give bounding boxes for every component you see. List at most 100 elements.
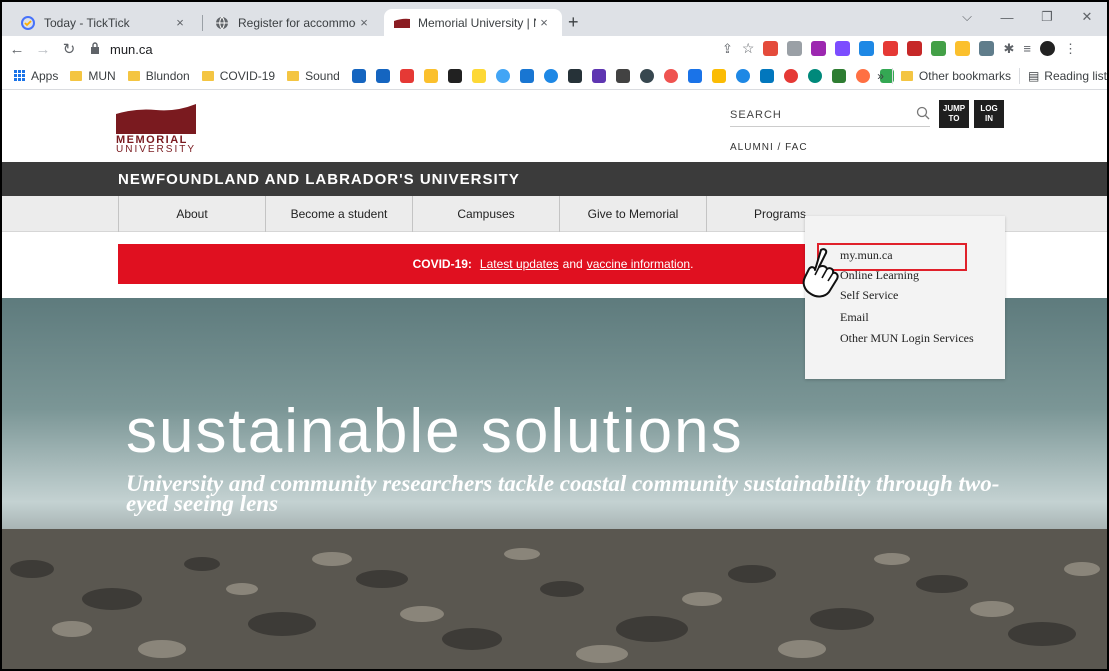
extension-icon[interactable] — [787, 41, 803, 56]
bookmark-sound[interactable]: Sound — [287, 69, 340, 83]
tab-strip: Today - TickTick × Register for accommod… — [2, 2, 1107, 36]
reload-button[interactable]: ↻ — [58, 40, 80, 58]
reading-list-icon[interactable]: ≡ — [1023, 41, 1031, 56]
latest-updates-link[interactable]: Latest updates — [480, 257, 559, 271]
divider — [891, 68, 893, 84]
extension-icon[interactable] — [931, 41, 947, 56]
close-icon[interactable]: × — [172, 15, 188, 30]
button-label: IN — [985, 114, 993, 123]
tab-ticktick[interactable]: Today - TickTick × — [10, 9, 198, 36]
extension-icon[interactable] — [979, 41, 995, 56]
menu-item-self-service[interactable]: Self Service — [840, 288, 898, 303]
close-icon[interactable]: × — [536, 15, 552, 30]
extension-icon[interactable] — [811, 41, 827, 56]
other-bookmarks[interactable]: Other bookmarks — [900, 69, 1011, 83]
bookmark-icon[interactable] — [735, 68, 750, 83]
menu-item-online-learning[interactable]: Online Learning — [840, 268, 919, 283]
bookmark-covid[interactable]: COVID-19 — [201, 68, 276, 83]
memorial-logo[interactable]: MEMORIAL UNIVERSITY — [116, 104, 196, 155]
nav-become-a-student[interactable]: Become a student — [265, 196, 412, 232]
window-controls: ⌵ — ❐ ✕ — [947, 2, 1107, 32]
covid-text: and — [562, 257, 583, 271]
bookmark-icon[interactable] — [639, 68, 654, 83]
bookmark-icon[interactable] — [615, 68, 630, 83]
bookmark-icon[interactable] — [375, 68, 390, 83]
nav-about[interactable]: About — [118, 196, 265, 232]
apps-grid-icon — [14, 69, 26, 82]
menu-item-other-login[interactable]: Other MUN Login Services — [840, 331, 974, 346]
bookmark-label: Sound — [305, 68, 340, 83]
close-window-button[interactable]: ✕ — [1067, 9, 1107, 25]
address-bar[interactable]: mun.ca — [90, 39, 710, 59]
bookmark-label: Reading list — [1044, 69, 1107, 83]
extension-icon[interactable] — [955, 41, 971, 56]
tab-search-button[interactable]: ⌵ — [947, 9, 987, 25]
bookmark-icon[interactable] — [567, 68, 582, 83]
tab-memorial[interactable]: Memorial University | Newfoundl × — [384, 9, 562, 36]
share-icon[interactable]: ⇪ — [722, 41, 733, 57]
log-in-button[interactable]: LOG IN — [974, 100, 1004, 128]
bookmark-apps[interactable]: Apps — [14, 69, 58, 83]
button-label: JUMP — [942, 104, 966, 113]
divider — [1018, 68, 1020, 84]
extension-icon[interactable] — [883, 41, 899, 56]
puzzle-icon[interactable]: ✱ — [1003, 41, 1014, 57]
menu-icon[interactable]: ⋮ — [1064, 41, 1077, 57]
bookmark-label: COVID-19 — [219, 68, 276, 83]
bookmark-icon[interactable] — [687, 68, 702, 83]
bookmark-icon[interactable] — [783, 68, 798, 83]
bookmark-icon[interactable] — [831, 68, 846, 83]
bookmark-icon[interactable] — [399, 68, 414, 83]
bookmark-icon[interactable] — [519, 68, 534, 83]
bookmark-icon[interactable] — [807, 68, 822, 83]
alumni-link[interactable]: ALUMNI / FAC — [730, 142, 808, 153]
bookmark-icon[interactable] — [711, 68, 726, 83]
bookmark-icon[interactable] — [447, 68, 462, 83]
bookmarks-bar: Apps MUN Blundon COVID-19 Sound » Other … — [2, 62, 1107, 90]
browser-toolbar: ← → ↻ mun.ca ⇪ ☆ ✱ ≡ ⋮ — [2, 36, 1107, 62]
new-tab-button[interactable]: + — [568, 12, 579, 33]
star-icon[interactable]: ☆ — [742, 40, 755, 57]
bookmark-icon[interactable] — [663, 68, 678, 83]
tab-title: Today - TickTick — [44, 15, 130, 30]
restore-button[interactable]: ❐ — [1027, 9, 1067, 25]
bookmark-blundon[interactable]: Blundon — [127, 69, 190, 83]
extension-icon[interactable] — [835, 41, 851, 56]
vaccine-information-link[interactable]: vaccine information — [587, 257, 690, 271]
search-input[interactable]: SEARCH — [730, 109, 916, 121]
bookmark-icon[interactable] — [495, 68, 510, 83]
reading-list-button[interactable]: ▤ Reading list — [1028, 69, 1107, 83]
bookmarks-overflow-button[interactable]: » — [877, 69, 884, 83]
jump-to-button[interactable]: JUMP TO — [939, 100, 969, 128]
extension-icon[interactable] — [763, 41, 779, 56]
bookmark-label: Apps — [31, 68, 59, 83]
avatar[interactable] — [1039, 41, 1055, 56]
button-label: TO — [948, 114, 960, 123]
extension-icon[interactable] — [907, 41, 923, 56]
bookmark-icons — [351, 68, 894, 83]
back-button[interactable]: ← — [6, 41, 28, 58]
tab-title: Register for accommodations — [238, 15, 356, 30]
tab-register[interactable]: Register for accommodations × — [204, 9, 382, 36]
bookmark-icon[interactable] — [351, 68, 366, 83]
bookmark-icon[interactable] — [543, 68, 558, 83]
bookmark-icon[interactable] — [423, 68, 438, 83]
folder-icon — [287, 70, 300, 81]
menu-item-my-mun[interactable]: my.mun.ca — [840, 248, 893, 263]
site-search[interactable]: SEARCH — [730, 103, 930, 127]
nav-give-to-memorial[interactable]: Give to Memorial — [559, 196, 706, 232]
bookmark-icon[interactable] — [471, 68, 486, 83]
bookmark-icon[interactable] — [591, 68, 606, 83]
minimize-button[interactable]: — — [987, 10, 1027, 25]
bookmark-mun[interactable]: MUN — [70, 69, 116, 83]
extension-icon[interactable] — [859, 41, 875, 56]
hero-title: sustainable solutions — [126, 397, 744, 466]
search-icon[interactable] — [916, 106, 930, 123]
bookmark-icon[interactable] — [855, 68, 870, 83]
memorial-logo-icon — [394, 15, 410, 31]
bookmark-icon[interactable] — [759, 68, 774, 83]
nav-campuses[interactable]: Campuses — [412, 196, 559, 232]
close-icon[interactable]: × — [356, 15, 372, 30]
menu-item-email[interactable]: Email — [840, 310, 869, 325]
forward-button[interactable]: → — [32, 41, 54, 58]
